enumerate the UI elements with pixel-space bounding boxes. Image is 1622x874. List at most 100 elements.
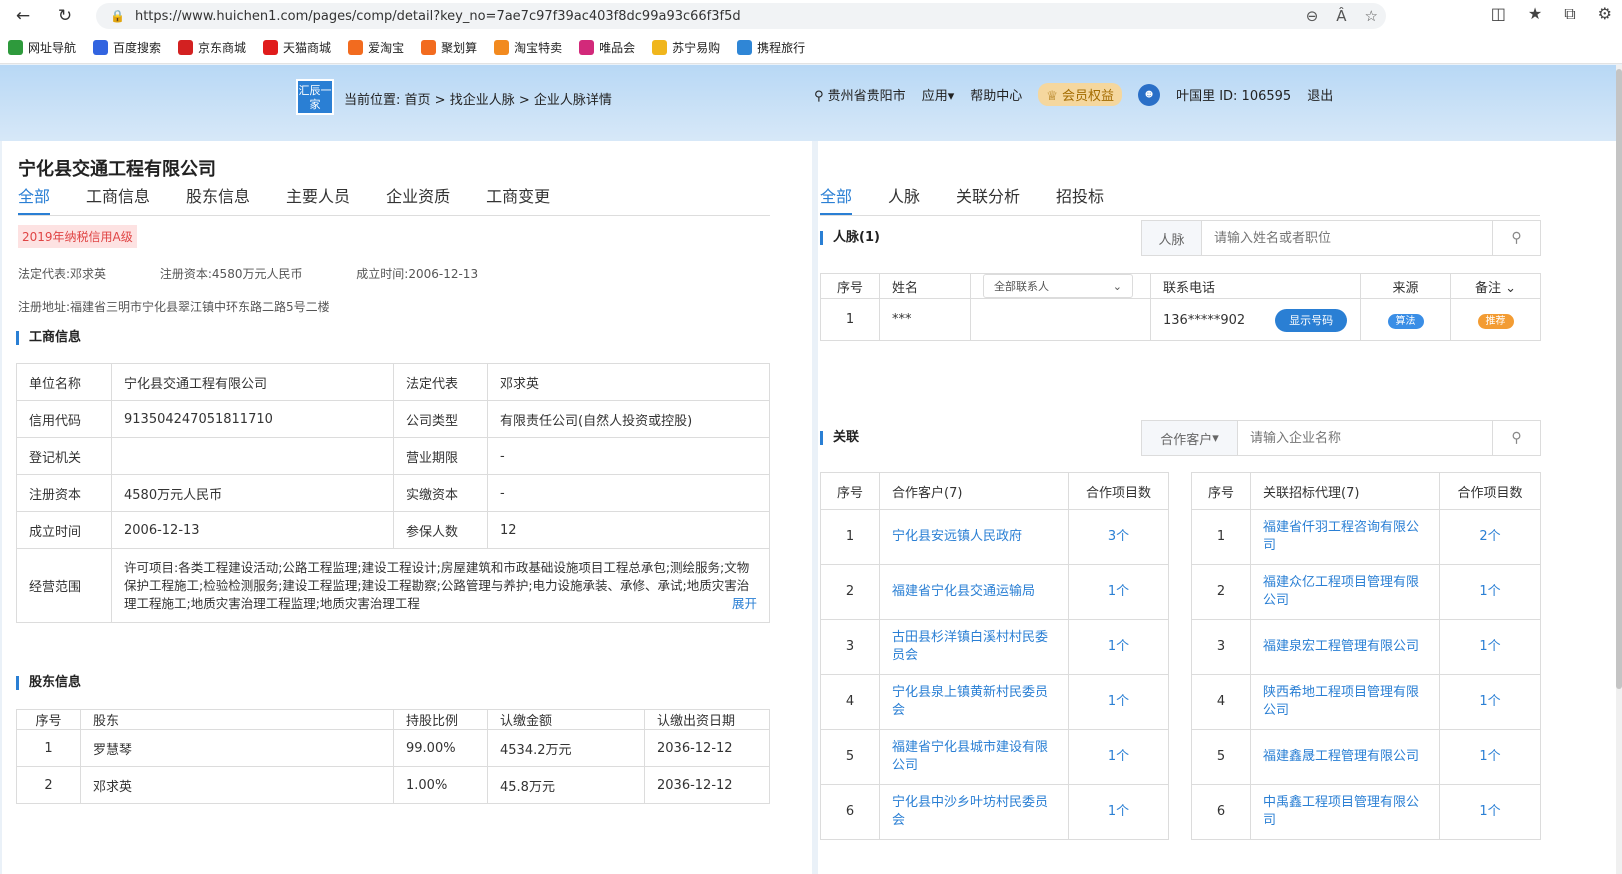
address-bar[interactable]: 🔒 https://www.huichen1.com/pages/comp/de…	[96, 3, 1386, 29]
cell-value: 913504247051811710	[111, 400, 394, 438]
bookmark-item[interactable]: 淘宝特卖	[494, 39, 562, 56]
refresh-icon[interactable]: ↻	[48, 0, 82, 32]
company-link[interactable]: 古田县杉洋镇白溪村村民委员会	[879, 619, 1069, 675]
summary-line: 法定代表:邓求英 注册资本:4580万元人民币 成立时间:2006-12-13	[18, 265, 528, 282]
url-text: https://www.huichen1.com/pages/comp/deta…	[134, 8, 741, 24]
project-count-link[interactable]: 3个	[1068, 509, 1169, 565]
project-count-link[interactable]: 1个	[1068, 784, 1169, 840]
crumb-find-link[interactable]: 找企业人脉	[450, 93, 515, 108]
table-row: 5 福建省宁化县城市建设有限公司 1个	[820, 729, 1169, 785]
vip-benefits-button[interactable]: ♕ 会员权益	[1038, 83, 1123, 106]
people-search-input[interactable]	[1202, 221, 1492, 255]
tab-item[interactable]: 招投标	[1056, 183, 1104, 215]
tab-item[interactable]: 全部	[18, 183, 51, 215]
apps-menu[interactable]: 应用▾	[922, 85, 955, 104]
expand-link[interactable]: 展开	[727, 594, 757, 613]
bookmark-item[interactable]: 百度搜索	[93, 39, 161, 56]
avatar[interactable]: ☻	[1138, 83, 1161, 106]
table-header-row: 序号 合作客户(7) 合作项目数	[820, 472, 1169, 510]
crumb-home-link[interactable]: 首页	[405, 93, 431, 108]
cell-no: 2	[16, 766, 81, 804]
tab-item[interactable]: 工商变更	[486, 183, 550, 215]
tab-item[interactable]: 企业资质	[386, 183, 450, 215]
page-scrollbar[interactable]	[1616, 65, 1622, 874]
company-link[interactable]: 福建泉宏工程管理有限公司	[1250, 619, 1440, 675]
table-row: 登记机关 营业期限 -	[16, 437, 770, 475]
cell-amount: 45.8万元	[487, 766, 645, 804]
company-link[interactable]: 陕西希地工程项目管理有限公司	[1250, 674, 1440, 730]
company-link[interactable]: 宁化县安远镇人民政府	[879, 509, 1069, 565]
cell-name: 邓求英	[80, 766, 394, 804]
bookmark-item[interactable]: 携程旅行	[737, 39, 805, 56]
cell-no: 3	[820, 619, 880, 675]
bookmark-item[interactable]: 爱淘宝	[348, 39, 404, 56]
business-scope-cell: 许可项目:各类工程建设活动;公路工程监理;建设工程设计;房屋建筑和市政基础设施项…	[111, 548, 770, 623]
bookmark-item[interactable]: 聚划算	[421, 39, 477, 56]
bookmark-item[interactable]: 京东商城	[178, 39, 246, 56]
tab-item[interactable]: 主要人员	[286, 183, 350, 215]
bookmark-item[interactable]: 天猫商城	[263, 39, 331, 56]
related-search-tag[interactable]: 合作客户 ▾	[1142, 421, 1238, 455]
apps-label: 应用	[921, 89, 948, 104]
favorite-star-icon[interactable]: ☆	[1365, 7, 1378, 25]
cell-date: 2036-12-12	[644, 729, 770, 767]
extensions-icon[interactable]: ⚙	[1598, 4, 1612, 24]
company-link[interactable]: 福建省宁化县交通运输局	[879, 564, 1069, 620]
bookmark-item[interactable]: 网址导航	[8, 39, 76, 56]
contact-filter-select[interactable]: 全部联系人 ⌄	[983, 274, 1133, 298]
project-count-link[interactable]: 1个	[1439, 564, 1541, 620]
collections-icon[interactable]: ⧉	[1564, 4, 1575, 24]
logout-link[interactable]: 退出	[1307, 85, 1333, 104]
show-number-button[interactable]: 显示号码	[1275, 308, 1348, 332]
table-row: 2 邓求英 1.00% 45.8万元 2036-12-12	[16, 766, 770, 804]
tab-item[interactable]: 关联分析	[956, 183, 1020, 215]
company-link[interactable]: 福建众亿工程项目管理有限公司	[1250, 564, 1440, 620]
project-count-link[interactable]: 2个	[1439, 509, 1541, 565]
company-link[interactable]: 福建省宁化县城市建设有限公司	[879, 729, 1069, 785]
company-link[interactable]: 福建省仟羽工程咨询有限公司	[1250, 509, 1440, 565]
browser-toolbar: ← ↻ 🔒 https://www.huichen1.com/pages/com…	[0, 0, 1622, 32]
bookmark-item[interactable]: 苏宁易购	[652, 39, 720, 56]
zoom-icon[interactable]: ⊖	[1306, 7, 1319, 25]
tab-item[interactable]: 工商信息	[86, 183, 150, 215]
project-count-link[interactable]: 1个	[1068, 729, 1169, 785]
people-search-tag[interactable]: 人脉	[1142, 221, 1202, 255]
company-link[interactable]: 宁化县泉上镇黄新村民委员会	[879, 674, 1069, 730]
help-center-link[interactable]: 帮助中心	[970, 85, 1022, 104]
project-count-link[interactable]: 1个	[1439, 674, 1541, 730]
company-link[interactable]: 中禹鑫工程项目管理有限公司	[1250, 784, 1440, 840]
project-count-link[interactable]: 1个	[1439, 784, 1541, 840]
tab-item[interactable]: 全部	[820, 183, 853, 215]
cell-value: 2006-12-13	[111, 511, 394, 549]
crumb-detail-link[interactable]: 企业人脉详情	[534, 93, 612, 108]
tab-item[interactable]: 人脉	[888, 183, 920, 215]
shareholder-title: 股东信息	[16, 676, 81, 690]
cell-label: 实缴资本	[393, 474, 488, 512]
tab-item[interactable]: 股东信息	[186, 183, 250, 215]
project-count-link[interactable]: 1个	[1439, 619, 1541, 675]
search-icon[interactable]: ⚲	[1492, 221, 1540, 255]
read-aloud-icon[interactable]: Â	[1336, 7, 1346, 25]
back-icon[interactable]: ←	[6, 0, 40, 32]
col-header: 认缴出资日期	[644, 709, 770, 730]
cell-no: 6	[820, 784, 880, 840]
note-header[interactable]: 备注 ⌄	[1450, 273, 1541, 299]
project-count-link[interactable]: 1个	[1068, 564, 1169, 620]
search-icon[interactable]: ⚲	[1492, 421, 1540, 455]
scrollbar-thumb[interactable]	[1616, 69, 1622, 689]
bookmark-item[interactable]: 唯品会	[579, 39, 635, 56]
site-logo[interactable]: 汇辰一家	[296, 79, 334, 115]
project-count-link[interactable]: 1个	[1439, 729, 1541, 785]
project-count-link[interactable]: 1个	[1068, 674, 1169, 730]
company-link[interactable]: 福建鑫晟工程管理有限公司	[1250, 729, 1440, 785]
split-screen-icon[interactable]: ◫	[1491, 4, 1506, 24]
related-search-input[interactable]	[1238, 421, 1492, 455]
lock-icon: 🔒	[110, 9, 125, 23]
location-selector[interactable]: ⚲ 贵州省贵阳市	[814, 85, 906, 104]
cell-label: 单位名称	[16, 363, 112, 401]
company-link[interactable]: 宁化县中沙乡叶坊村民委员会	[879, 784, 1069, 840]
project-count-link[interactable]: 1个	[1068, 619, 1169, 675]
founded-text: 成立时间:2006-12-13	[356, 267, 479, 281]
favorites-icon[interactable]: ★	[1528, 4, 1542, 24]
col-header: 序号	[820, 273, 880, 299]
